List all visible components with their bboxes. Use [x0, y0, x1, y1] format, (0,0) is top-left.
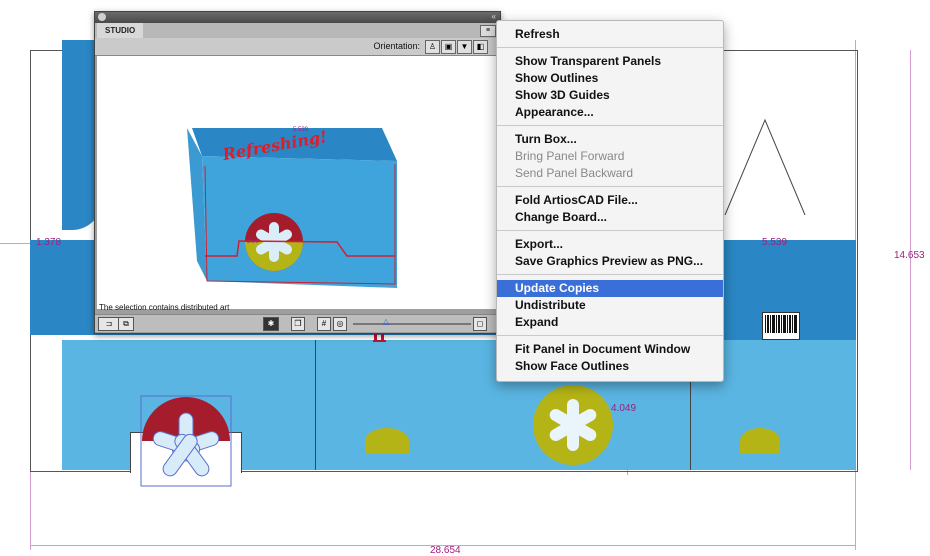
menu-separator: [497, 47, 723, 48]
link-icon[interactable]: ⧉: [118, 317, 134, 331]
3d-box-preview[interactable]: [97, 56, 498, 309]
orientation-side-icon[interactable]: ◧: [473, 40, 488, 54]
studio-titlebar[interactable]: «: [95, 12, 500, 23]
orientation-back-icon[interactable]: ▣: [441, 40, 456, 54]
zoom-slider[interactable]: [353, 323, 471, 325]
menu-item-show-3d-guides[interactable]: Show 3D Guides: [497, 87, 723, 104]
orientation-label: Orientation:: [373, 41, 420, 51]
olive-dot-1: [365, 428, 409, 454]
barcode: [762, 312, 800, 340]
menu-item-appearance[interactable]: Appearance...: [497, 104, 723, 121]
menu-item-show-outlines[interactable]: Show Outlines: [497, 70, 723, 87]
panel-menu-icon[interactable]: ≡: [480, 25, 496, 37]
studio-3d-canvas[interactable]: Refreshing! 5.539 5.90: [97, 56, 498, 309]
fold-line-1: [315, 340, 316, 470]
fold-toggle-icon[interactable]: ⊐: [98, 317, 120, 331]
context-menu: Refresh Show Transparent Panels Show Out…: [496, 20, 724, 382]
menu-separator: [497, 230, 723, 231]
menu-item-expand[interactable]: Expand: [497, 314, 723, 331]
menu-item-save-graphics-preview[interactable]: Save Graphics Preview as PNG...: [497, 253, 723, 270]
collapse-icon[interactable]: «: [492, 12, 496, 21]
studio-toolbar: Orientation: ♙ ▣ ▼ ◧: [95, 38, 500, 56]
tab-studio[interactable]: STUDIO: [97, 23, 144, 38]
menu-item-fit-panel[interactable]: Fit Panel in Document Window: [497, 341, 723, 358]
menu-item-send-panel-backward: Send Panel Backward: [515, 166, 634, 180]
zoom-fit-icon[interactable]: ◻: [473, 317, 487, 331]
dim-line-flap: [0, 243, 34, 244]
dim-label-flap: 1.378: [36, 237, 62, 248]
menu-item-update-copies[interactable]: Update Copies: [497, 280, 723, 297]
zoom-slider-handle[interactable]: △: [383, 317, 389, 326]
top-flap-right: [720, 115, 810, 216]
render-icon[interactable]: ✱: [263, 317, 279, 331]
menu-item-bring-panel-forward: Bring Panel Forward: [515, 149, 625, 163]
dim-label-height: 14.653: [894, 250, 925, 261]
studio-bottom-bar: ⊐ ⧉ ✱ ❒ # ◎ △ ◻: [95, 314, 500, 332]
orientation-front-icon[interactable]: ♙: [425, 40, 440, 54]
status-text: The selection contains distributed art: [99, 303, 230, 312]
dim-label-panel: 5.539: [762, 237, 788, 248]
olive-dot-2: [740, 428, 780, 454]
menu-item-export[interactable]: Export...: [497, 236, 723, 253]
menu-item-undistribute[interactable]: Undistribute: [497, 297, 723, 314]
menu-separator: [497, 274, 723, 275]
dim-label-width: 28.654: [430, 545, 461, 556]
menu-separator: [497, 125, 723, 126]
menu-item-turn-box[interactable]: Turn Box...: [497, 131, 723, 148]
menu-item-fold-artioscad-file[interactable]: Fold ArtiosCAD File...: [497, 192, 723, 209]
menu-item-refresh[interactable]: Refresh: [497, 26, 723, 43]
asterisk-logo-large: [533, 385, 613, 465]
selected-asterisk-art[interactable]: [140, 395, 232, 487]
dim-label-depth: 4.049: [611, 403, 637, 414]
menu-separator: [497, 186, 723, 187]
box-small-label: 5.539: [293, 127, 309, 133]
studio-tab-row: STUDIO ≡: [95, 23, 500, 38]
box-dim-label: 5.90: [247, 239, 259, 245]
menu-item-change-board[interactable]: Change Board...: [497, 209, 723, 226]
orientation-top-icon[interactable]: ▼: [457, 40, 472, 54]
box-view-icon[interactable]: ❒: [291, 317, 305, 331]
menu-item-show-face-outlines[interactable]: Show Face Outlines: [497, 358, 723, 375]
close-icon[interactable]: [98, 13, 106, 21]
menu-item-show-transparent-panels[interactable]: Show Transparent Panels: [497, 53, 723, 70]
grid-icon[interactable]: #: [317, 317, 331, 331]
menu-separator: [497, 335, 723, 336]
light-icon[interactable]: ◎: [333, 317, 347, 331]
studio-panel: « STUDIO ≡ Orientation: ♙ ▣ ▼ ◧ Refreshi…: [94, 11, 501, 334]
